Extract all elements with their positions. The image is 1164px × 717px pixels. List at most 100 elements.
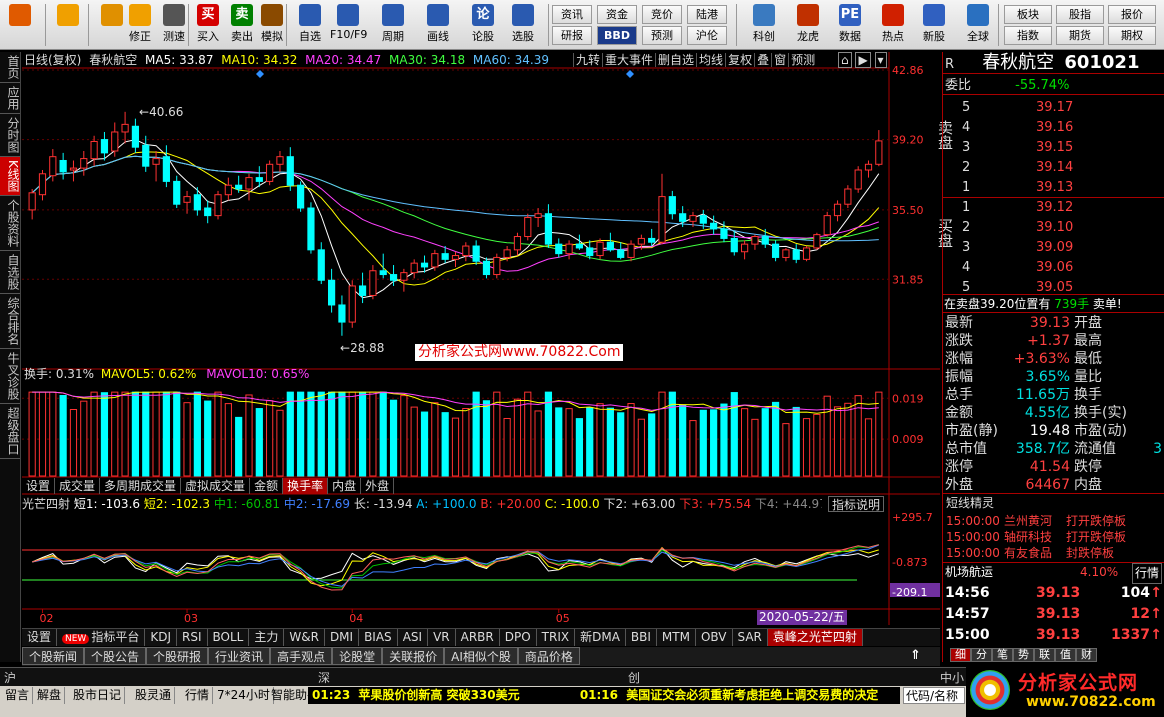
quote-tab[interactable]: 势 (1013, 648, 1034, 662)
toolbar-small-button[interactable]: 资金 (597, 5, 637, 24)
chart-top-button[interactable]: 九转 (573, 53, 603, 67)
star-button[interactable]: 自选 (292, 2, 328, 48)
left-tab[interactable]: 个股资料 (0, 196, 20, 251)
clock-button[interactable]: 测速 (156, 2, 192, 48)
left-tab[interactable]: 牛叉诊股 (0, 349, 20, 404)
hot-button[interactable]: 热点 (875, 2, 911, 48)
news-tab[interactable]: 个股公告 (84, 647, 147, 665)
quote-tab[interactable]: 笔 (992, 648, 1013, 662)
chart-top-button[interactable]: 叠 (754, 53, 772, 67)
news-ticker[interactable]: 01:23 苹果股价创新高 突破330美元 01:16 美国证交会必须重新考虑拒… (308, 687, 900, 704)
quote-tab[interactable]: 财 (1076, 648, 1097, 662)
status-item[interactable]: 行情 (182, 687, 214, 704)
elves-row[interactable]: 15:00:00 有友食品 封跌停板 (942, 545, 1164, 561)
elves-row[interactable]: 15:00:00 兰州黄河 打开跌停板 (942, 513, 1164, 529)
pencil-button[interactable]: 画线 (420, 2, 456, 48)
toolbar-small-button[interactable]: BBD (597, 26, 637, 45)
kline-chart-area[interactable]: 42.86 39.20 35.50 31.85 0.019 0.009 +295.7 -0.8… (22, 52, 940, 625)
status-item[interactable]: 7*24小时 (214, 687, 274, 704)
hammer-button[interactable]: 模拟 (254, 2, 290, 48)
news-tab[interactable]: 论股堂 (332, 647, 383, 665)
dropdown-icon[interactable]: ▾ (874, 52, 887, 68)
chart-top-button[interactable]: 均线 (696, 53, 726, 67)
select-button[interactable]: 选股 (505, 2, 541, 48)
indicator-tab[interactable]: NEW 指标平台 (57, 629, 146, 646)
indicator-tab[interactable]: BIAS (359, 629, 398, 646)
left-tab[interactable]: 应用 (0, 83, 20, 114)
market-sh[interactable]: 沪 (4, 669, 16, 686)
indicator-tab[interactable]: W&R (284, 629, 325, 646)
toolbar-small-button[interactable]: 研报 (552, 26, 592, 45)
volume-tab[interactable]: 虚拟成交量 (181, 478, 251, 494)
volume-tab[interactable]: 内盘 (328, 478, 362, 494)
indicator-tab[interactable]: 主力 (249, 629, 285, 646)
indicator-tab[interactable]: MTM (657, 629, 696, 646)
indicator-tab[interactable]: ARBR (456, 629, 500, 646)
kline-chart-svg[interactable]: 42.86 39.20 35.50 31.85 0.019 0.009 +295.7 -0.8… (22, 52, 940, 625)
quote-tab[interactable]: 值 (1055, 648, 1076, 662)
elves-row[interactable]: 15:00:00 轴研科技 打开跌停板 (942, 529, 1164, 545)
indicator-tab[interactable]: 设置 (22, 629, 58, 646)
chart-top-button[interactable]: 预测 (788, 53, 818, 67)
chart-top-button[interactable]: 删自选 (655, 53, 697, 67)
quote-tab[interactable]: 联 (1034, 648, 1055, 662)
chart-top-button[interactable]: 重大事件 (602, 53, 656, 67)
indicator-tab[interactable]: 袁峰之光芒四射 (767, 629, 863, 646)
left-tab[interactable]: 自选股 (0, 251, 20, 294)
indicator-tab[interactable]: SAR (733, 629, 768, 646)
toolbar-small-button[interactable]: 期货 (1056, 26, 1104, 45)
chat-button[interactable]: 论论股 (465, 2, 501, 48)
left-tab[interactable]: 首页 (0, 52, 20, 83)
status-item[interactable]: 股市日记 (70, 687, 126, 704)
indicator-tab[interactable]: ASI (398, 629, 429, 646)
news-tab[interactable]: 个股新闻 (22, 647, 85, 665)
indicator-tab[interactable]: DPO (500, 629, 537, 646)
indicator-help-button[interactable]: 指标说明 (828, 496, 885, 512)
toolbar-small-button[interactable]: 沪伦 (687, 26, 727, 45)
indicator-tab[interactable]: VR (428, 629, 456, 646)
buy-button[interactable]: 买买入 (190, 2, 226, 48)
home-icon[interactable]: ⌂ (838, 52, 852, 68)
volume-tab[interactable]: 金额 (250, 478, 284, 494)
news-tab[interactable]: 商品价格 (517, 647, 580, 665)
news-tab[interactable]: 行业资讯 (208, 647, 271, 665)
indicator-tab[interactable]: RSI (177, 629, 208, 646)
status-item[interactable]: 股灵通 (132, 687, 176, 704)
globe-button[interactable]: 全球 (960, 2, 996, 48)
code-search-input[interactable]: 代码/名称 (903, 687, 965, 704)
toolbar-small-button[interactable]: 板块 (1004, 5, 1052, 24)
ipo-button[interactable]: 新股 (916, 2, 952, 48)
chart-top-button[interactable]: 复权 (725, 53, 755, 67)
toolbar-small-button[interactable]: 竞价 (642, 5, 682, 24)
news-tab[interactable]: 高手观点 (270, 647, 333, 665)
toolbar-small-button[interactable]: 期权 (1108, 26, 1156, 45)
status-item[interactable]: 解盘 (34, 687, 66, 704)
news-tab[interactable]: 个股研报 (146, 647, 209, 665)
f10-button[interactable]: F10/F9 (330, 2, 367, 48)
quote-tab[interactable]: 分 (971, 648, 992, 662)
market-zz[interactable]: 中小 (940, 669, 964, 686)
sector-quote-button[interactable]: 行情 (1132, 563, 1163, 584)
pe-button[interactable]: PE 数据 (832, 2, 868, 48)
news-tab[interactable]: 关联报价 (382, 647, 445, 665)
refresh-button[interactable]: 修正 (122, 2, 158, 48)
back-arrow-button[interactable] (50, 2, 86, 48)
period-button[interactable]: 周期 (375, 2, 411, 48)
toolbar-small-button[interactable]: 股指 (1056, 5, 1104, 24)
toolbar-small-button[interactable]: 资讯 (552, 5, 592, 24)
market-cy[interactable]: 创 (628, 669, 640, 686)
toolbar-small-button[interactable]: 指数 (1004, 26, 1052, 45)
left-tab[interactable]: 超级盘口 (0, 404, 20, 459)
volume-tab[interactable]: 成交量 (55, 478, 101, 494)
status-item[interactable]: 留言 (2, 687, 34, 704)
volume-tab[interactable]: 设置 (22, 478, 56, 494)
news-tab[interactable]: AI相似个股 (444, 647, 518, 665)
market-sz[interactable]: 深 (318, 669, 330, 686)
indicator-tab[interactable]: KDJ (145, 629, 178, 646)
play-icon[interactable]: ▶ (855, 52, 871, 68)
toolbar-small-button[interactable]: 预测 (642, 26, 682, 45)
left-tab[interactable]: K线图 (0, 157, 20, 196)
indicator-tab[interactable]: BBI (626, 629, 657, 646)
expand-up-icon[interactable]: ⇑ (910, 648, 921, 663)
indicator-tab[interactable]: 新DMA (575, 629, 626, 646)
